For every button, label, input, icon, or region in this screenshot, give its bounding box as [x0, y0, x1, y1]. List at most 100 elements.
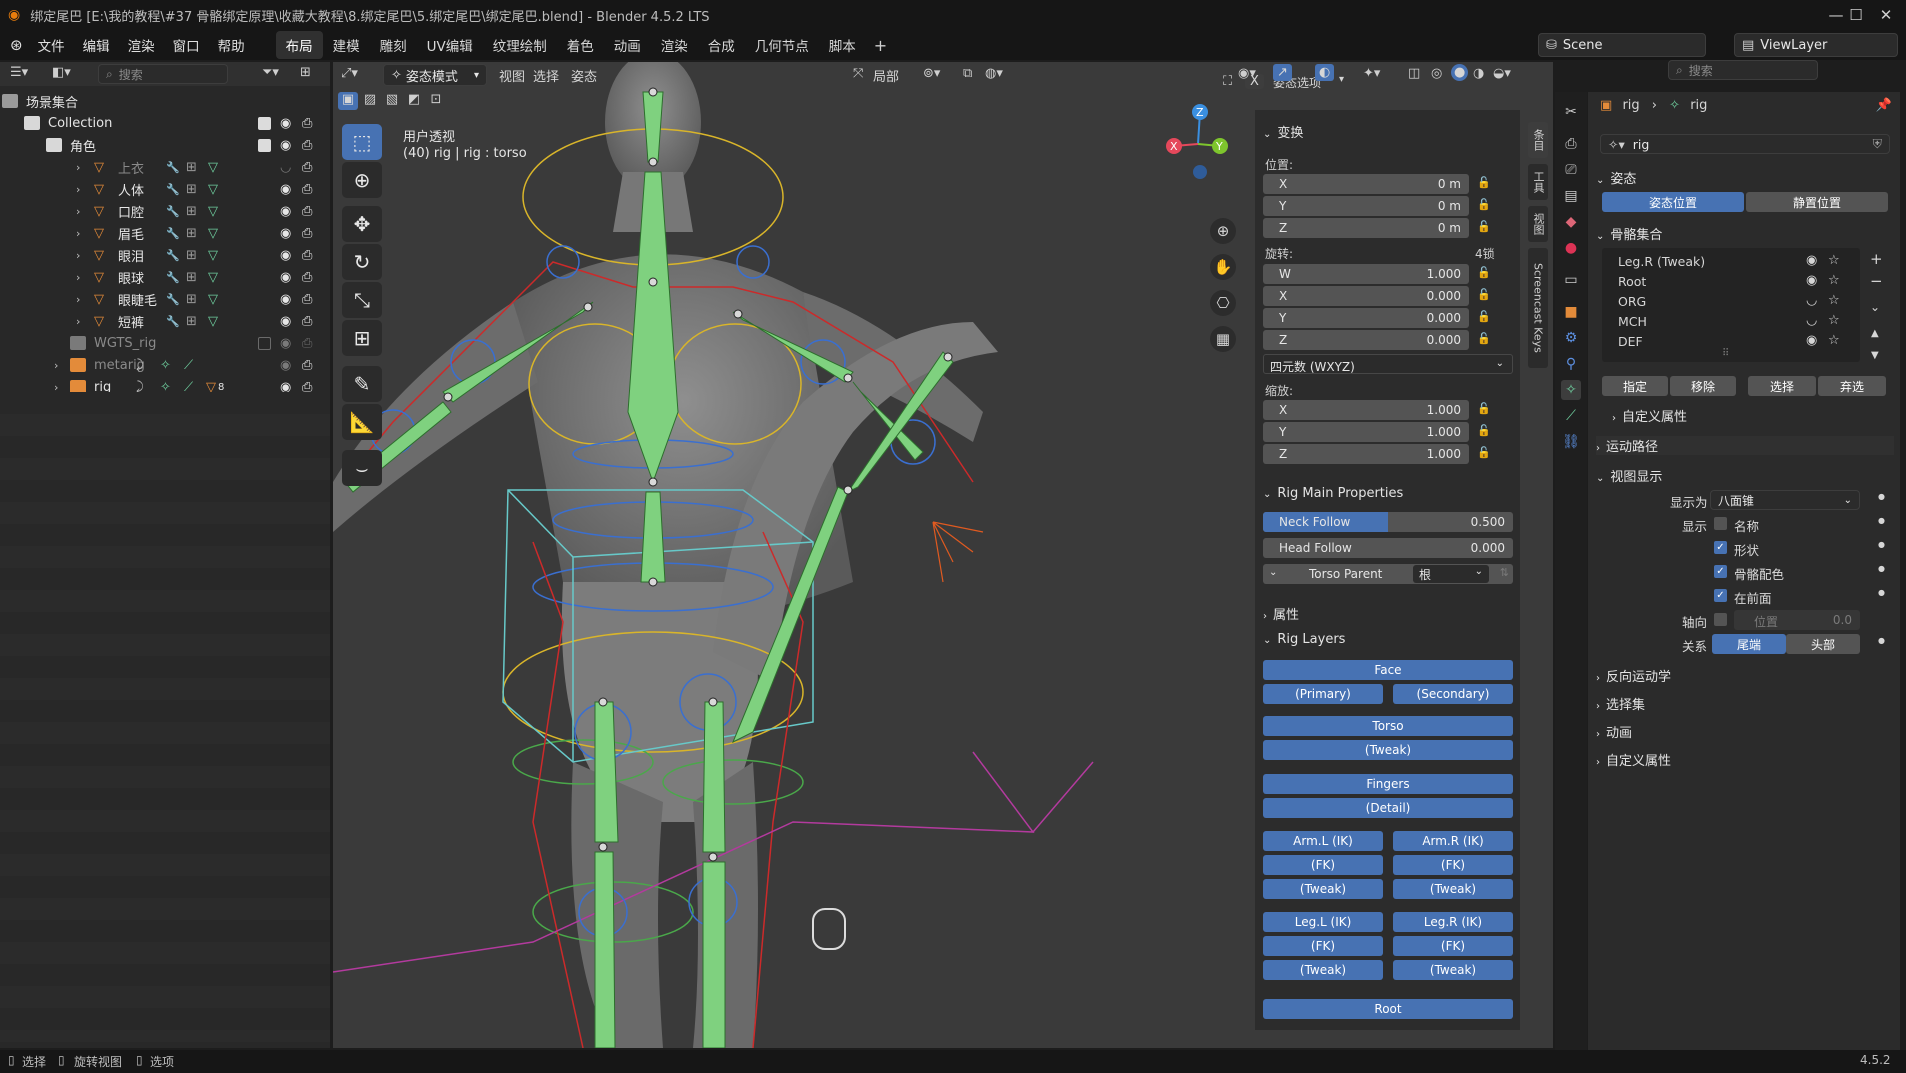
close-button[interactable]: ✕ — [1866, 0, 1906, 30]
pose-position-button[interactable]: 姿态位置 — [1602, 192, 1744, 212]
visibility-eye-icon[interactable]: ◉ — [280, 292, 291, 307]
chevron-right-icon[interactable]: › — [76, 161, 80, 174]
scene-selector[interactable]: ⛁ Scene — [1538, 33, 1706, 57]
outliner-row-mesh[interactable]: › ▽ 眼睫毛 🔧 ⊞ ▽ ◉ ⎙ — [0, 288, 330, 310]
show-shapes-checkbox[interactable]: ✓ — [1714, 541, 1727, 554]
rotation-mode-dropdown[interactable]: 四元数 (WXYZ) ⌄ — [1263, 354, 1513, 374]
axes-checkbox[interactable] — [1714, 613, 1727, 626]
transform-orientation-icon[interactable]: ⤧ — [853, 66, 863, 81]
vertex-group-icon[interactable]: ⊞ — [186, 182, 197, 197]
layer-leg-l-ik-button[interactable]: Leg.L (IK) — [1263, 912, 1383, 932]
modifier-properties-icon[interactable]: ⚙ — [1561, 328, 1581, 348]
measure-tool-icon[interactable]: 📐 — [342, 404, 382, 440]
tab-rendering[interactable]: 渲染 — [651, 31, 698, 59]
select-button[interactable]: 选择 — [1748, 376, 1816, 396]
new-collection-icon[interactable]: ⊞ — [300, 65, 311, 80]
bone-collection-item[interactable]: DEF ◉ ☆ — [1602, 332, 1860, 352]
layer-face-button[interactable]: Face — [1263, 660, 1513, 680]
outliner-row-scene-collection[interactable]: 场景集合 — [0, 90, 330, 112]
collection-visibility-icon[interactable]: ◉ — [1806, 273, 1817, 288]
rig-main-section-header[interactable]: ⌄ Rig Main Properties — [1263, 486, 1403, 501]
mesh-data-icon[interactable]: ▽ — [208, 292, 218, 307]
select-invert-icon[interactable]: ◩ — [404, 92, 424, 107]
lock-icon[interactable]: 🔓 — [1477, 176, 1491, 189]
keyframe-dot-icon[interactable]: ● — [1878, 564, 1885, 573]
bone-constraint-icon[interactable]: ⛓ — [1561, 432, 1581, 452]
visibility-icon[interactable]: ◉▾ — [1238, 66, 1256, 81]
vertex-group-icon[interactable]: ⊞ — [186, 292, 197, 307]
hand-bones[interactable] — [932, 521, 984, 583]
relation-tail-button[interactable]: 尾端 — [1712, 634, 1786, 654]
properties-section-header[interactable]: › 属性 — [1263, 604, 1299, 623]
layer-torso-tweak-button[interactable]: (Tweak) — [1263, 740, 1513, 760]
mesh-data-icon[interactable]: ▽ — [208, 314, 218, 329]
pose-section-header[interactable]: ⌄ 姿态 — [1596, 168, 1894, 187]
navigation-gizmo[interactable]: Z Y X — [1153, 102, 1243, 202]
fake-user-icon[interactable]: ⛨ — [1873, 136, 1882, 152]
scale-x-field[interactable]: X 1.000 — [1263, 400, 1469, 420]
visibility-eye-icon[interactable]: ◉ — [280, 226, 291, 241]
material-shading-icon[interactable]: ◑ — [1473, 66, 1484, 81]
collection-visibility-icon[interactable]: ◉ — [1806, 253, 1817, 268]
tool-properties-icon[interactable]: ✂ — [1561, 102, 1581, 122]
tab-modeling[interactable]: 建模 — [323, 31, 370, 59]
tab-layout[interactable]: 布局 — [275, 31, 323, 59]
cursor-tool-icon[interactable]: ⊕ — [342, 162, 382, 198]
menu-edit[interactable]: 编辑 — [74, 35, 119, 55]
constraint-properties-icon[interactable]: ⚲ — [1561, 354, 1581, 374]
ik-section-header[interactable]: › 反向运动学 — [1596, 666, 1894, 685]
menu-view[interactable]: 视图 — [499, 66, 525, 85]
outliner-row-mesh[interactable]: › ▽ 眉毛 🔧 ⊞ ▽ ◉ ⎙ — [0, 222, 330, 244]
show-name-checkbox[interactable] — [1714, 517, 1727, 530]
sidebar-tab-screencast-keys[interactable]: Screencast Keys — [1528, 248, 1548, 368]
visibility-eye-icon[interactable]: ◉ — [280, 204, 291, 219]
torso-parent-dropdown[interactable]: 根 ⌄ — [1413, 565, 1489, 583]
select-subtract-icon[interactable]: ▧ — [382, 92, 402, 107]
mesh-data-icon[interactable]: ▽ — [208, 160, 218, 175]
pose-icon[interactable]: ⟋ — [184, 358, 193, 373]
sidebar-tab-view[interactable]: 视图 — [1528, 206, 1548, 242]
layer-root-button[interactable]: Root — [1263, 999, 1513, 1019]
blender-menu-icon[interactable]: ⊛ — [10, 36, 23, 54]
visibility-eye-icon[interactable]: ◉ — [280, 182, 291, 197]
menu-window[interactable]: 窗口 — [164, 35, 209, 55]
render-camera-icon[interactable]: ⎙ — [302, 138, 312, 153]
outliner-row-character[interactable]: ⌄角色◉⎙ — [0, 134, 330, 156]
mesh-data-icon[interactable]: ▽ — [208, 248, 218, 263]
head-follow-slider[interactable]: Head Follow 0.000 — [1263, 538, 1513, 558]
collection-custom-props-header[interactable]: › 自定义属性 — [1612, 406, 1906, 425]
add-workspace-icon[interactable]: + — [866, 36, 895, 55]
location-x-field[interactable]: X 0 m — [1263, 174, 1469, 194]
modifier-icon[interactable]: 🔧 — [166, 249, 180, 262]
show-bone-colors-checkbox[interactable]: ✓ — [1714, 565, 1727, 578]
solo-star-icon[interactable]: ☆ — [1828, 273, 1840, 288]
zoom-icon[interactable]: ⊕ — [1210, 218, 1236, 244]
visibility-eye-icon[interactable]: ◉ — [280, 270, 291, 285]
move-up-icon[interactable]: ▲ — [1871, 328, 1879, 339]
collection-specials-icon[interactable]: ⌄ — [1870, 300, 1880, 314]
rendered-shading-icon[interactable]: ◒▾ — [1493, 66, 1511, 81]
custom-properties-header[interactable]: › 自定义属性 — [1596, 750, 1894, 769]
layer-torso-button[interactable]: Torso — [1263, 716, 1513, 736]
bone-collections-section-header[interactable]: ⌄ 骨骼集合 — [1596, 224, 1894, 243]
render-camera-icon[interactable]: ⎙ — [302, 226, 312, 241]
lock-icon[interactable]: 🔓 — [1477, 446, 1491, 459]
axes-position-field[interactable]: 位置 0.0 — [1734, 610, 1860, 630]
chevron-right-icon[interactable]: › — [76, 249, 80, 262]
transform-section-header[interactable]: ⌄ 变换 — [1263, 122, 1303, 141]
ortho-grid-icon[interactable]: ▦ — [1210, 326, 1236, 352]
bone-overlay-icon[interactable]: ✦▾ — [1363, 66, 1380, 81]
chevron-right-icon[interactable]: › — [76, 315, 80, 328]
add-collection-icon[interactable]: + — [1870, 250, 1883, 268]
layer-arm-l-tweak-button[interactable]: (Tweak) — [1263, 879, 1383, 899]
render-camera-icon[interactable]: ⎙ — [302, 270, 312, 285]
render-camera-icon[interactable]: ⎙ — [302, 116, 312, 131]
render-camera-icon[interactable]: ⎙ — [302, 336, 312, 351]
vertex-group-icon[interactable]: ⊞ — [186, 314, 197, 329]
lock-icon[interactable]: 🔓 — [1477, 402, 1491, 415]
scale-y-field[interactable]: Y 1.000 — [1263, 422, 1469, 442]
overlay-toggle-icon[interactable]: ◐ — [1315, 64, 1335, 81]
pan-hand-icon[interactable]: ✋ — [1210, 254, 1236, 280]
outliner-row-mesh[interactable]: › ▽ 上衣 🔧 ⊞ ▽ ◡ ⎙ — [0, 156, 330, 178]
keyframe-dot-icon[interactable]: ● — [1878, 636, 1885, 645]
